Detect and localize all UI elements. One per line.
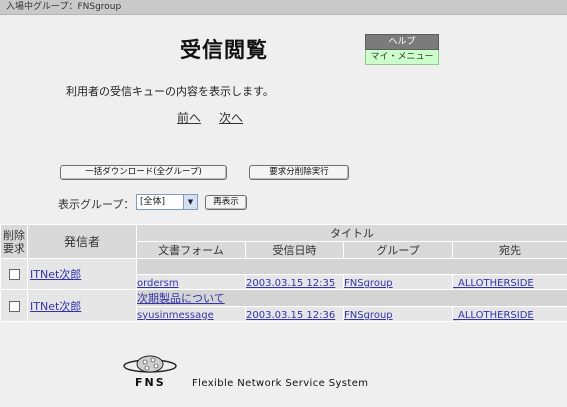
delete-checkbox[interactable] bbox=[8, 300, 20, 312]
received-header: 受信日時 bbox=[245, 241, 344, 259]
delete-checkbox-cell bbox=[0, 289, 28, 322]
execute-delete-button[interactable]: 要求分削除実行 bbox=[249, 165, 349, 180]
fns-logo-text: FNS bbox=[135, 376, 166, 389]
form-cell: ordersm bbox=[136, 274, 246, 290]
form-link[interactable]: ordersm bbox=[138, 278, 179, 289]
recipient-cell: _ALLOTHERSIDE bbox=[452, 306, 567, 322]
sender-link[interactable]: ITNet次郎 bbox=[30, 300, 81, 313]
group-status-text: 入場中グループ：FNSgroup bbox=[6, 2, 122, 12]
redisplay-button[interactable]: 再表示 bbox=[205, 195, 247, 210]
group-status-bar: 入場中グループ：FNSgroup bbox=[0, 0, 567, 15]
delete-request-header: 削除要求 bbox=[0, 224, 28, 259]
display-group-value: [全体] bbox=[140, 197, 166, 207]
form-header: 文書フォーム bbox=[136, 241, 246, 259]
delete-checkbox[interactable] bbox=[8, 269, 20, 280]
form-link[interactable]: syusinmessage bbox=[138, 310, 214, 321]
sender-cell: ITNet次郎 bbox=[27, 289, 137, 322]
delete-checkbox-cell bbox=[0, 258, 28, 290]
received-cell: 2003.03.15 12:35 bbox=[245, 274, 344, 290]
received-link[interactable]: 2003.03.15 12:36 bbox=[247, 310, 336, 321]
help-menu-box: ヘルプ マイ・メニュー bbox=[365, 34, 439, 65]
sender-header: 発信者 bbox=[27, 224, 137, 259]
group-cell: FNSgroup bbox=[343, 274, 453, 290]
recipient-header: 宛先 bbox=[452, 241, 567, 259]
title-header: タイトル bbox=[136, 224, 567, 242]
received-link[interactable]: 2003.03.15 12:35 bbox=[247, 278, 336, 289]
table-row: ITNet次郎 bbox=[0, 258, 567, 290]
my-menu-button[interactable]: マイ・メニュー bbox=[365, 50, 439, 65]
page-description: 利用者の受信キューの内容を表示します。 bbox=[66, 85, 274, 98]
recipient-link[interactable]: _ALLOTHERSIDE bbox=[454, 278, 534, 289]
display-group-label: 表示グループ： bbox=[58, 198, 135, 211]
help-button[interactable]: ヘルプ bbox=[365, 34, 439, 50]
sender-cell: ITNet次郎 bbox=[27, 258, 137, 290]
group-cell: FNSgroup bbox=[343, 306, 453, 322]
display-group-select[interactable]: [全体] ▼ bbox=[136, 194, 198, 210]
next-page-link[interactable]: 次へ bbox=[219, 109, 243, 126]
prev-page-link[interactable]: 前へ bbox=[177, 109, 201, 126]
bulk-download-button[interactable]: 一括ダウンロード(全グループ) bbox=[60, 165, 227, 180]
group-link[interactable]: FNSgroup bbox=[345, 278, 393, 289]
message-title-cell: 次期製品について bbox=[136, 289, 567, 307]
message-title-link[interactable]: 次期製品について bbox=[138, 292, 225, 305]
sender-link[interactable]: ITNet次郎 bbox=[30, 268, 81, 281]
received-cell: 2003.03.15 12:36 bbox=[245, 306, 344, 322]
system-name: Flexible Network Service System bbox=[192, 378, 369, 389]
recipient-cell: _ALLOTHERSIDE bbox=[452, 274, 567, 290]
form-cell: syusinmessage bbox=[136, 306, 246, 322]
recipient-link[interactable]: _ALLOTHERSIDE bbox=[454, 310, 534, 321]
group-header: グループ bbox=[343, 241, 453, 259]
table-row: ITNet次郎 次期製品について bbox=[0, 289, 567, 322]
message-title-cell bbox=[136, 258, 567, 275]
chevron-down-icon[interactable]: ▼ bbox=[183, 195, 197, 209]
message-table: 削除要求 発信者 タイトル 文書フォーム 受信日時 グループ 宛先 ITNet次… bbox=[0, 224, 567, 322]
group-link[interactable]: FNSgroup bbox=[345, 310, 393, 321]
page-title: 受信閲覧 bbox=[180, 38, 268, 62]
